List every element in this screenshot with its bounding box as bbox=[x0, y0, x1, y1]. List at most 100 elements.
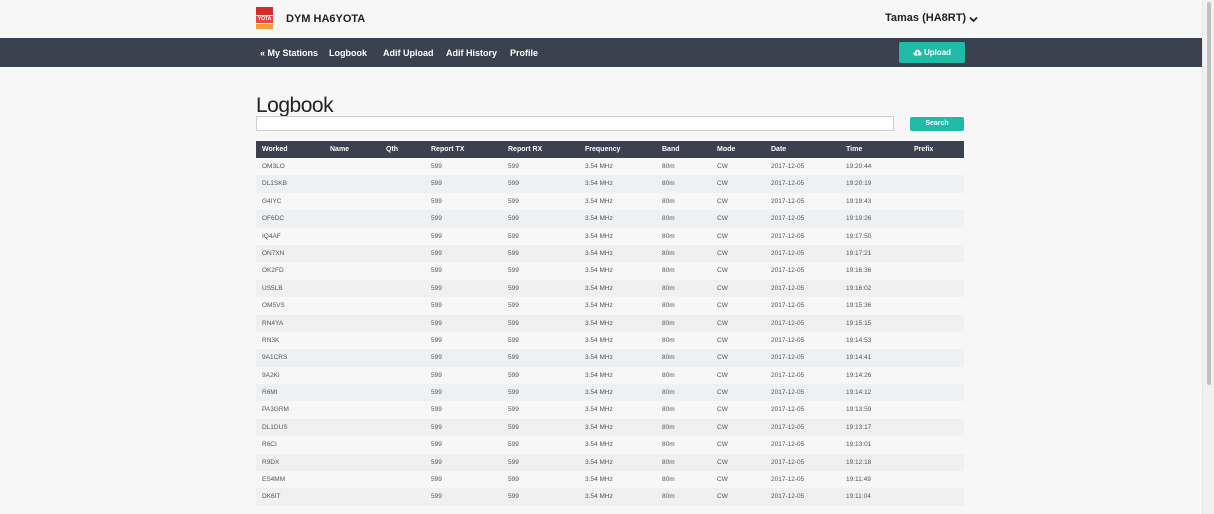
header-col-time[interactable]: Time bbox=[846, 146, 862, 153]
cell-mode: CW bbox=[717, 406, 728, 414]
cell-time: 19:17:21 bbox=[846, 249, 872, 257]
cell-report-rx: 599 bbox=[508, 180, 519, 188]
app-title[interactable]: DYM HA6YOTA bbox=[286, 13, 365, 25]
cell-mode: CW bbox=[717, 319, 728, 327]
cell-report-tx: 599 bbox=[431, 180, 442, 188]
cell-frequency: 3.54 MHz bbox=[585, 163, 613, 170]
cell-worked: OM5VS bbox=[262, 302, 285, 310]
cell-time: 19:14:12 bbox=[846, 389, 872, 397]
cell-band: 80m bbox=[662, 215, 675, 223]
cell-report-tx: 599 bbox=[431, 232, 442, 240]
nav-logbook[interactable]: Logbook bbox=[329, 48, 367, 58]
yota-logo[interactable]: YOTA bbox=[256, 7, 273, 29]
cell-frequency: 3.54 MHz bbox=[585, 458, 613, 466]
table-row: 9A1CRS 599 599 3.54 MHz 80m CW 2017-12-05 19:14… bbox=[256, 349, 964, 367]
table-row: US5LB 599 599 3.54 MHz 80m CW 2017-12-05 19:16:… bbox=[256, 279, 964, 298]
cell-report-tx: 599 bbox=[431, 267, 442, 275]
nav-adif-history[interactable]: Adif History bbox=[446, 48, 497, 58]
header-col-worked[interactable]: Worked bbox=[262, 146, 288, 153]
cell-mode: CW bbox=[717, 336, 728, 344]
user-menu[interactable]: Tamas (HA8RT) bbox=[885, 12, 978, 24]
cell-date: 2017-12-05 bbox=[771, 389, 805, 397]
cell-mode: CW bbox=[717, 354, 728, 362]
nav-my-stations[interactable]: « My Stations bbox=[260, 48, 318, 58]
nav-adif-upload[interactable]: Adif Upload bbox=[383, 48, 434, 58]
cell-mode: CW bbox=[717, 493, 728, 501]
cell-worked: RN3K bbox=[262, 336, 280, 344]
cell-worked: 9A1CRS bbox=[262, 354, 288, 362]
logo-text: YOTA bbox=[257, 16, 272, 22]
cell-worked: ES4MM bbox=[262, 476, 286, 484]
cell-report-rx: 599 bbox=[508, 476, 519, 484]
cell-date: 2017-12-05 bbox=[771, 476, 805, 484]
cell-band: 80m bbox=[662, 284, 675, 292]
cell-report-tx: 599 bbox=[431, 371, 442, 379]
cell-frequency: 3.54 MHz bbox=[585, 267, 613, 275]
cell-report-tx: 599 bbox=[431, 423, 442, 431]
cell-band: 80m bbox=[662, 493, 675, 501]
cell-date: 2017-12-05 bbox=[771, 319, 805, 327]
cell-date: 2017-12-05 bbox=[771, 371, 805, 379]
scrollbar-thumb[interactable] bbox=[1207, 2, 1211, 385]
cell-band: 80m bbox=[662, 458, 675, 466]
upload-label: Upload bbox=[923, 48, 952, 57]
cell-frequency: 3.54 MHz bbox=[585, 371, 613, 379]
cell-report-tx: 599 bbox=[431, 441, 442, 449]
header-col-date[interactable]: Date bbox=[771, 146, 786, 153]
cell-date: 2017-12-05 bbox=[771, 406, 805, 414]
search-button[interactable]: Search bbox=[910, 117, 964, 131]
cell-report-tx: 599 bbox=[431, 476, 442, 484]
table-header: Worked Name Qth Report TX Report RX Frequency… bbox=[256, 141, 964, 158]
nav-profile[interactable]: Profile bbox=[510, 48, 538, 58]
header-col-report-tx[interactable]: Report TX bbox=[431, 146, 464, 153]
cell-report-rx: 599 bbox=[508, 197, 519, 205]
cell-report-rx: 599 bbox=[508, 267, 519, 275]
header-col-report-rx[interactable]: Report RX bbox=[508, 146, 542, 153]
cell-frequency: 3.54 MHz bbox=[585, 476, 613, 484]
cell-mode: CW bbox=[717, 441, 728, 449]
cell-date: 2017-12-05 bbox=[771, 302, 805, 310]
cell-worked: R9DX bbox=[262, 458, 280, 466]
cell-frequency: 3.54 MHz bbox=[585, 284, 613, 292]
cell-worked: PA3GRM bbox=[262, 406, 289, 414]
table-row: DK6IT 599 599 3.54 MHz 80m CW 2017-12-05 19:11:… bbox=[256, 488, 964, 506]
cell-frequency: 3.54 MHz bbox=[585, 354, 613, 362]
cell-mode: CW bbox=[717, 458, 728, 466]
cell-mode: CW bbox=[717, 302, 728, 310]
table-row: DL1DUS 599 599 3.54 MHz 80m CW 2017-12-05 19:13… bbox=[256, 418, 964, 437]
header-col-frequency[interactable]: Frequency bbox=[585, 146, 620, 153]
cell-mode: CW bbox=[717, 232, 728, 240]
cell-band: 80m bbox=[662, 354, 675, 362]
search-input[interactable] bbox=[256, 116, 894, 131]
header-col-name[interactable]: Name bbox=[330, 146, 349, 153]
cell-time: 19:14:41 bbox=[846, 354, 872, 362]
cell-time: 19:16:02 bbox=[846, 284, 872, 292]
table-row: OK2FD 599 599 3.54 MHz 80m CW 2017-12-05 19:16:… bbox=[256, 262, 964, 279]
table-row: RN4YA 599 599 3.54 MHz 80m CW 2017-12-05 19:15:… bbox=[256, 314, 964, 332]
upload-button[interactable]: Upload bbox=[899, 42, 965, 63]
cell-report-tx: 599 bbox=[431, 284, 442, 292]
cell-time: 19:19:26 bbox=[846, 215, 872, 223]
logbook-table: Worked Name Qth Report TX Report RX Frequency… bbox=[256, 141, 964, 506]
cell-band: 80m bbox=[662, 423, 675, 431]
table-row: OF6DC 599 599 3.54 MHz 80m CW 2017-12-05 19:19:… bbox=[256, 210, 964, 228]
chevron-down-icon bbox=[969, 16, 978, 23]
cell-report-tx: 599 bbox=[431, 493, 442, 501]
header-col-prefix[interactable]: Prefix bbox=[914, 146, 933, 153]
cell-report-tx: 599 bbox=[431, 336, 442, 344]
table-row: G4IYC 599 599 3.54 MHz 80m CW 2017-12-05 19:19:… bbox=[256, 193, 964, 210]
cell-band: 80m bbox=[662, 406, 675, 414]
header-col-band[interactable]: Band bbox=[662, 146, 680, 153]
cell-report-tx: 599 bbox=[431, 319, 442, 327]
header-col-mode[interactable]: Mode bbox=[717, 146, 735, 153]
cell-frequency: 3.54 MHz bbox=[585, 180, 613, 188]
cell-worked: DL1SKB bbox=[262, 180, 287, 188]
cell-report-tx: 599 bbox=[431, 163, 442, 170]
cell-mode: CW bbox=[717, 249, 728, 257]
cell-report-rx: 599 bbox=[508, 441, 519, 449]
cell-report-rx: 599 bbox=[508, 319, 519, 327]
cell-mode: CW bbox=[717, 197, 728, 205]
cell-worked: DL1DUS bbox=[262, 423, 288, 431]
header-col-qth[interactable]: Qth bbox=[386, 146, 398, 153]
cell-date: 2017-12-05 bbox=[771, 458, 805, 466]
